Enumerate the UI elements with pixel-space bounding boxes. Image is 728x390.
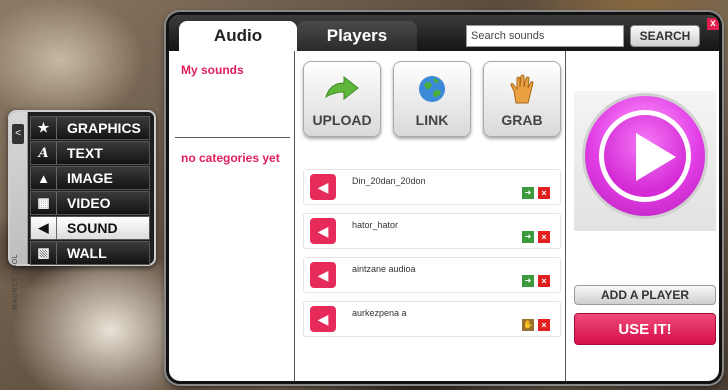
sound-name: aintzane audioa <box>352 264 416 274</box>
hand-icon[interactable]: ✋ <box>522 319 534 331</box>
play-inner <box>599 110 691 202</box>
sound-name: Din_20dan_20don <box>352 176 426 186</box>
category-my-sounds[interactable]: My sounds <box>181 63 244 77</box>
speaker-icon: ◀ <box>310 218 336 244</box>
sound-row[interactable]: ◀ hator_hator ➜ × <box>303 213 561 249</box>
magnet-item-text[interactable]: A TEXT <box>30 141 150 165</box>
upload-button[interactable]: UPLOAD <box>303 61 381 137</box>
play-triangle <box>636 133 676 181</box>
delete-icon[interactable]: × <box>538 187 550 199</box>
magnet-item-label: SOUND <box>67 220 118 236</box>
image-icon: ▲ <box>31 167 57 189</box>
magnet-item-image[interactable]: ▲ IMAGE <box>30 166 150 190</box>
search-button[interactable]: SEARCH <box>630 25 700 47</box>
dialog-header: Audio Players SEARCH <box>169 15 719 51</box>
text-a-icon: A <box>31 142 57 164</box>
sound-row[interactable]: ◀ aurkezpena a ✋ × <box>303 301 561 337</box>
sound-name: aurkezpena a <box>352 308 407 318</box>
use-it-button[interactable]: USE IT! <box>574 313 716 345</box>
tab-audio[interactable]: Audio <box>179 21 297 51</box>
categories-column: My sounds no categories yet <box>169 51 295 381</box>
sound-row[interactable]: ◀ aintzane audioa ➜ × <box>303 257 561 293</box>
collapse-icon[interactable]: < <box>12 124 24 144</box>
arrow-right-icon <box>304 72 380 106</box>
grab-button[interactable]: GRAB <box>483 61 561 137</box>
globe-icon <box>394 72 470 106</box>
player-column: ADD A PLAYER USE IT! <box>565 51 719 381</box>
magnet-item-wall[interactable]: ▧ WALL <box>30 241 150 265</box>
categories-empty-text: no categories yet <box>181 151 280 165</box>
player-preview[interactable] <box>574 91 716 231</box>
delete-icon[interactable]: × <box>538 231 550 243</box>
divider <box>175 137 290 138</box>
magnet-item-graphics[interactable]: ★ GRAPHICS <box>30 116 150 140</box>
magnet-item-video[interactable]: ▦ VIDEO <box>30 191 150 215</box>
link-button[interactable]: LINK <box>393 61 471 137</box>
speaker-icon: ◀ <box>310 262 336 288</box>
delete-icon[interactable]: × <box>538 275 550 287</box>
upload-label: UPLOAD <box>312 112 372 128</box>
magnet-tool-label: MAGNET TOOL <box>12 253 19 310</box>
delete-icon[interactable]: × <box>538 319 550 331</box>
sounds-dialog: x Audio Players SEARCH My sounds no cate… <box>166 12 722 384</box>
forward-icon[interactable]: ➜ <box>522 275 534 287</box>
tab-players[interactable]: Players <box>297 21 417 51</box>
add-player-button[interactable]: ADD A PLAYER <box>574 285 716 305</box>
magnet-tool-panel: < MAGNET TOOL ★ GRAPHICS A TEXT ▲ IMAGE … <box>8 110 156 310</box>
star-icon: ★ <box>31 117 57 139</box>
magnet-item-sound[interactable]: ◀ SOUND <box>30 216 150 240</box>
speaker-icon: ◀ <box>310 306 336 332</box>
magnet-item-label: IMAGE <box>67 170 113 186</box>
search-input[interactable] <box>466 25 624 47</box>
film-icon: ▦ <box>31 192 57 214</box>
link-label: LINK <box>415 112 449 128</box>
grab-label: GRAB <box>501 112 543 128</box>
hand-icon <box>484 72 560 106</box>
magnet-tool-strip: < MAGNET TOOL <box>10 112 28 310</box>
sounds-column: UPLOAD LINK GRAB ◀ Din_20dan_20don ➜ × ◀… <box>295 51 565 381</box>
forward-icon[interactable]: ➜ <box>522 231 534 243</box>
speaker-icon: ◀ <box>310 174 336 200</box>
magnet-item-label: TEXT <box>67 145 103 161</box>
play-icon <box>582 93 708 219</box>
forward-icon[interactable]: ➜ <box>522 187 534 199</box>
sound-row[interactable]: ◀ Din_20dan_20don ➜ × <box>303 169 561 205</box>
magnet-item-label: VIDEO <box>67 195 111 211</box>
magnet-item-label: WALL <box>67 245 107 261</box>
magnet-item-label: GRAPHICS <box>67 120 141 136</box>
speaker-icon: ◀ <box>31 217 57 239</box>
wall-icon: ▧ <box>31 242 57 264</box>
close-icon[interactable]: x <box>707 18 719 30</box>
sound-name: hator_hator <box>352 220 399 230</box>
magnet-tool-list: ★ GRAPHICS A TEXT ▲ IMAGE ▦ VIDEO ◀ SOUN… <box>30 116 150 266</box>
